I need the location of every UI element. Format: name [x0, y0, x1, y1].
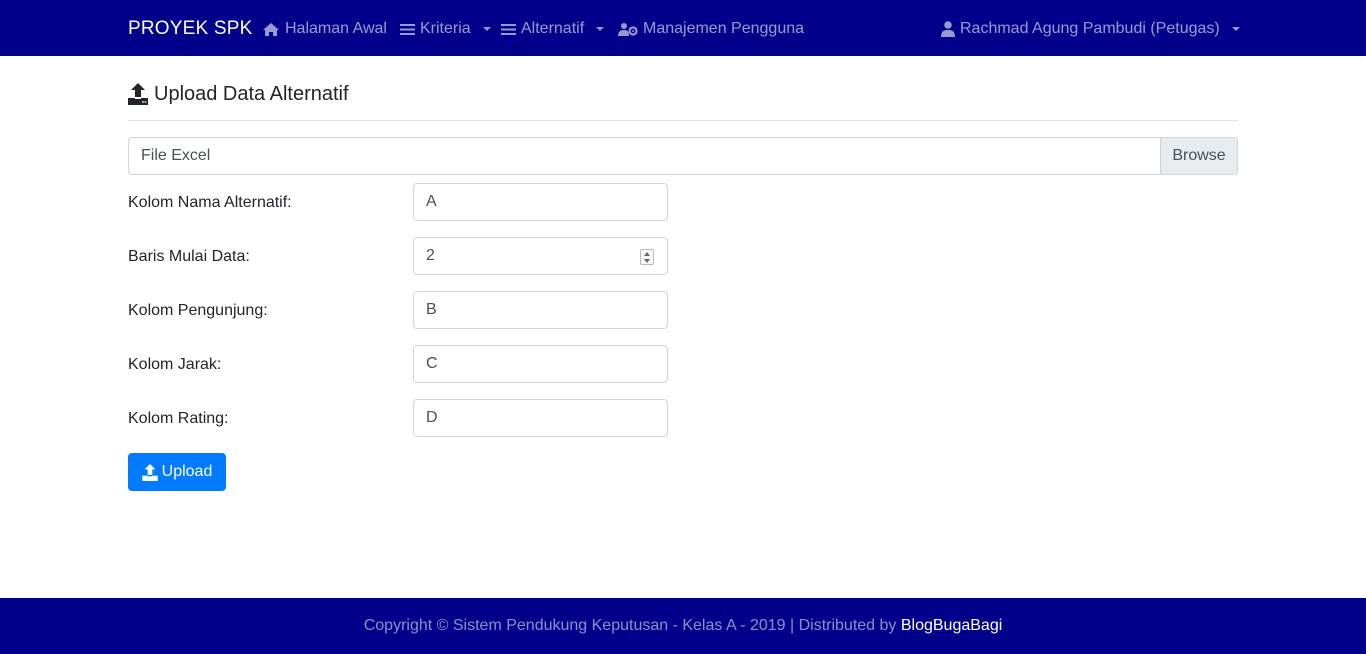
kolom-nama-alternatif-label: Kolom Nama Alternatif: [128, 194, 292, 211]
kolom-pengunjung-label: Kolom Pengunjung: [128, 302, 268, 319]
chevron-down-icon [482, 27, 491, 31]
footer: Copyright © Sistem Pendukung Keputusan -… [0, 598, 1366, 654]
kolom-pengunjung-input[interactable]: B [413, 291, 668, 329]
upload-icon [141, 463, 158, 481]
input-value: C [426, 355, 438, 372]
nav-item-label: Manajemen Pengguna [643, 20, 805, 37]
nav-item-label: Kriteria [420, 20, 471, 37]
number-stepper[interactable] [640, 249, 654, 265]
page-title-text: Upload Data Alternatif [154, 83, 349, 105]
baris-mulai-data-label: Baris Mulai Data: [128, 248, 250, 265]
chevron-down-icon [596, 27, 605, 31]
bars-icon [400, 23, 415, 35]
nav-item-kriteria[interactable]: Kriteria [400, 18, 491, 40]
navbar-brand[interactable]: PROYEK SPK [128, 17, 253, 41]
baris-mulai-data-input[interactable]: 2 [413, 237, 668, 275]
bars-icon [501, 23, 516, 35]
upload-button[interactable]: Upload [128, 453, 226, 491]
users-cog-icon [618, 22, 638, 36]
home-icon [263, 22, 279, 36]
footer-link[interactable]: BlogBugaBagi [901, 617, 1002, 634]
kolom-jarak-input[interactable]: C [413, 345, 668, 383]
footer-text: Copyright © Sistem Pendukung Keputusan -… [363, 617, 897, 634]
upload-button-label: Upload [161, 463, 213, 480]
user-icon [941, 21, 955, 37]
nav-item-manajemen-pengguna[interactable]: Manajemen Pengguna [618, 18, 804, 40]
nav-item-label: Alternatif [521, 20, 585, 37]
chevron-down-icon [1231, 27, 1240, 31]
kolom-jarak-label: Kolom Jarak: [128, 356, 222, 373]
upload-icon [128, 83, 148, 105]
input-value: B [426, 301, 437, 318]
kolom-rating-label: Kolom Rating: [128, 410, 229, 427]
kolom-rating-input[interactable]: D [413, 399, 668, 437]
file-input[interactable]: File Excel Browse [128, 137, 1238, 175]
input-value: A [426, 193, 437, 210]
kolom-nama-alternatif-input[interactable]: A [413, 183, 668, 221]
file-input-label: File Excel [141, 147, 211, 164]
page-title: Upload Data Alternatif [128, 81, 349, 107]
divider [128, 120, 1238, 121]
user-menu[interactable]: Rachmad Agung Pambudi (Petugas) [941, 18, 1240, 40]
navbar: PROYEK SPK Halaman Awal Kriteria Alterna… [0, 0, 1366, 56]
stepper-down-icon[interactable] [644, 259, 650, 263]
input-value: 2 [426, 247, 435, 264]
input-value: D [426, 409, 438, 426]
user-menu-label: Rachmad Agung Pambudi (Petugas) [960, 20, 1220, 37]
browse-button[interactable]: Browse [1160, 138, 1237, 174]
nav-item-alternatif[interactable]: Alternatif [501, 18, 605, 40]
nav-item-halaman-awal[interactable]: Halaman Awal [262, 18, 387, 40]
stepper-up-icon[interactable] [644, 252, 650, 256]
nav-item-label: Halaman Awal [285, 20, 387, 37]
